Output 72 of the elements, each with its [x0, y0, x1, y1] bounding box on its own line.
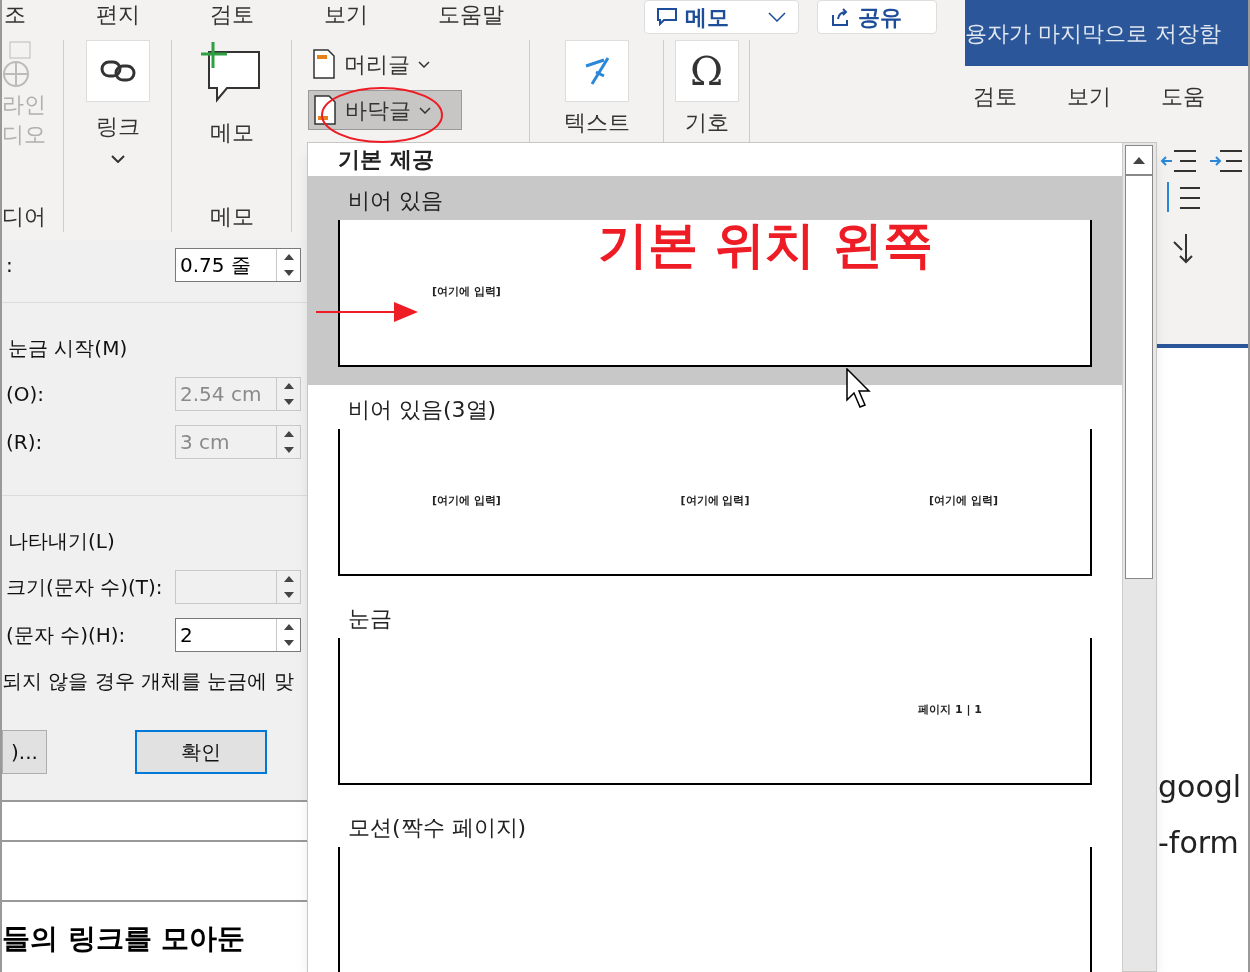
placeholder-text: [여기에 입력]: [432, 284, 501, 301]
comments-button[interactable]: 메모: [644, 0, 799, 34]
item-label: 눈금: [347, 604, 393, 633]
button-label: 라인: [2, 91, 46, 119]
ribbon-tab[interactable]: 보기: [1067, 79, 1111, 113]
header-button[interactable]: 머리글: [308, 44, 462, 84]
link-button[interactable]: 링크: [85, 40, 150, 143]
globe-icon: [2, 40, 34, 90]
circle-mark-icon: [320, 86, 444, 144]
item-label: 비어 있음: [347, 186, 444, 215]
document-text: -form: [1158, 824, 1240, 862]
chevron-icon: [768, 12, 786, 22]
page-icon: [313, 95, 337, 125]
dialog-button[interactable]: )...: [2, 730, 47, 774]
scroll-thumb[interactable]: [1125, 175, 1153, 579]
ribbon-tab[interactable]: 도움말: [438, 0, 504, 30]
chevron-icon: [418, 60, 430, 68]
share-icon: [830, 7, 850, 27]
ribbon-tab[interactable]: 보기: [324, 0, 368, 30]
section-heading: 눈금 시작(M): [7, 335, 129, 362]
dialog-button[interactable]: 확인: [135, 730, 267, 774]
spin-field[interactable]: 2: [175, 618, 301, 652]
field-label: (R):: [5, 429, 43, 456]
scrollbar[interactable]: [1122, 143, 1156, 971]
field-value: 2: [179, 622, 194, 649]
ribbon-tab[interactable]: 검토: [210, 0, 254, 30]
group-label: 디어: [2, 203, 46, 231]
option-text: 되지 않을 경우 개체를 눈금에 맞: [2, 668, 295, 695]
footer-preview[interactable]: [여기에 입력] [여기에 입력] [여기에 입력]: [338, 429, 1092, 576]
text-box-button[interactable]: 텍스트: [563, 40, 630, 139]
mouse-cursor-icon: [846, 368, 872, 408]
document-text: googl: [1158, 768, 1243, 806]
spin-field[interactable]: 0.75 줄: [175, 248, 301, 282]
arrow-icon: [316, 300, 418, 324]
gallery-heading: 기본 제공: [337, 146, 435, 174]
field-label: 크기(문자 수)(T):: [5, 574, 163, 601]
chevron-icon: [419, 106, 431, 114]
group-label: 메모: [209, 203, 254, 231]
window-title: 용자가 마지막으로 저장함: [965, 19, 1221, 48]
annotation-text: 기본 위치 왼쪽: [598, 220, 933, 270]
field-value: 3 cm: [179, 429, 231, 456]
placeholder-text: [여기에 입력]: [929, 493, 998, 510]
omega-icon: Ω: [674, 40, 739, 102]
share-button[interactable]: 공유: [817, 0, 937, 34]
footer-button[interactable]: 바닥글: [308, 90, 462, 130]
field-label: (문자 수)(H):: [5, 622, 126, 649]
field-value: 2.54 cm: [179, 381, 263, 408]
item-label: 모션(짝수 페이지): [347, 813, 528, 842]
footer-preview[interactable]: 페이지 1 | 1: [338, 638, 1092, 785]
section-heading: 나타내기(L): [7, 528, 116, 555]
button-label: 디오: [2, 121, 46, 149]
placeholder-text: [여기에 입력]: [680, 493, 750, 510]
field-label: (O):: [5, 381, 45, 408]
page-icon: [312, 49, 336, 79]
ribbon-tab[interactable]: 조: [4, 0, 26, 30]
ribbon-tab[interactable]: 도움: [1161, 79, 1205, 113]
ribbon-tab[interactable]: 편지: [96, 0, 140, 30]
pen-icon: [564, 40, 629, 102]
link-icon: [85, 40, 150, 102]
item-label: 비어 있음(3열): [347, 395, 498, 424]
gallery-item[interactable]: 모션(짝수 페이지): [308, 803, 1122, 972]
comment-icon: [657, 8, 677, 26]
field-label: :: [5, 252, 13, 279]
ribbon-tab[interactable]: 검토: [973, 79, 1017, 113]
symbol-button[interactable]: Ω 기호: [674, 40, 739, 139]
speech-bubble-plus-icon: [200, 40, 263, 104]
field-value: 0.75 줄: [179, 252, 252, 279]
placeholder-text: [여기에 입력]: [432, 493, 501, 510]
scroll-up-icon[interactable]: [1125, 145, 1153, 175]
new-comment-button[interactable]: 메모: [200, 40, 263, 149]
placeholder-text: 페이지 1 | 1: [918, 702, 982, 719]
chevron-icon[interactable]: [110, 155, 125, 163]
